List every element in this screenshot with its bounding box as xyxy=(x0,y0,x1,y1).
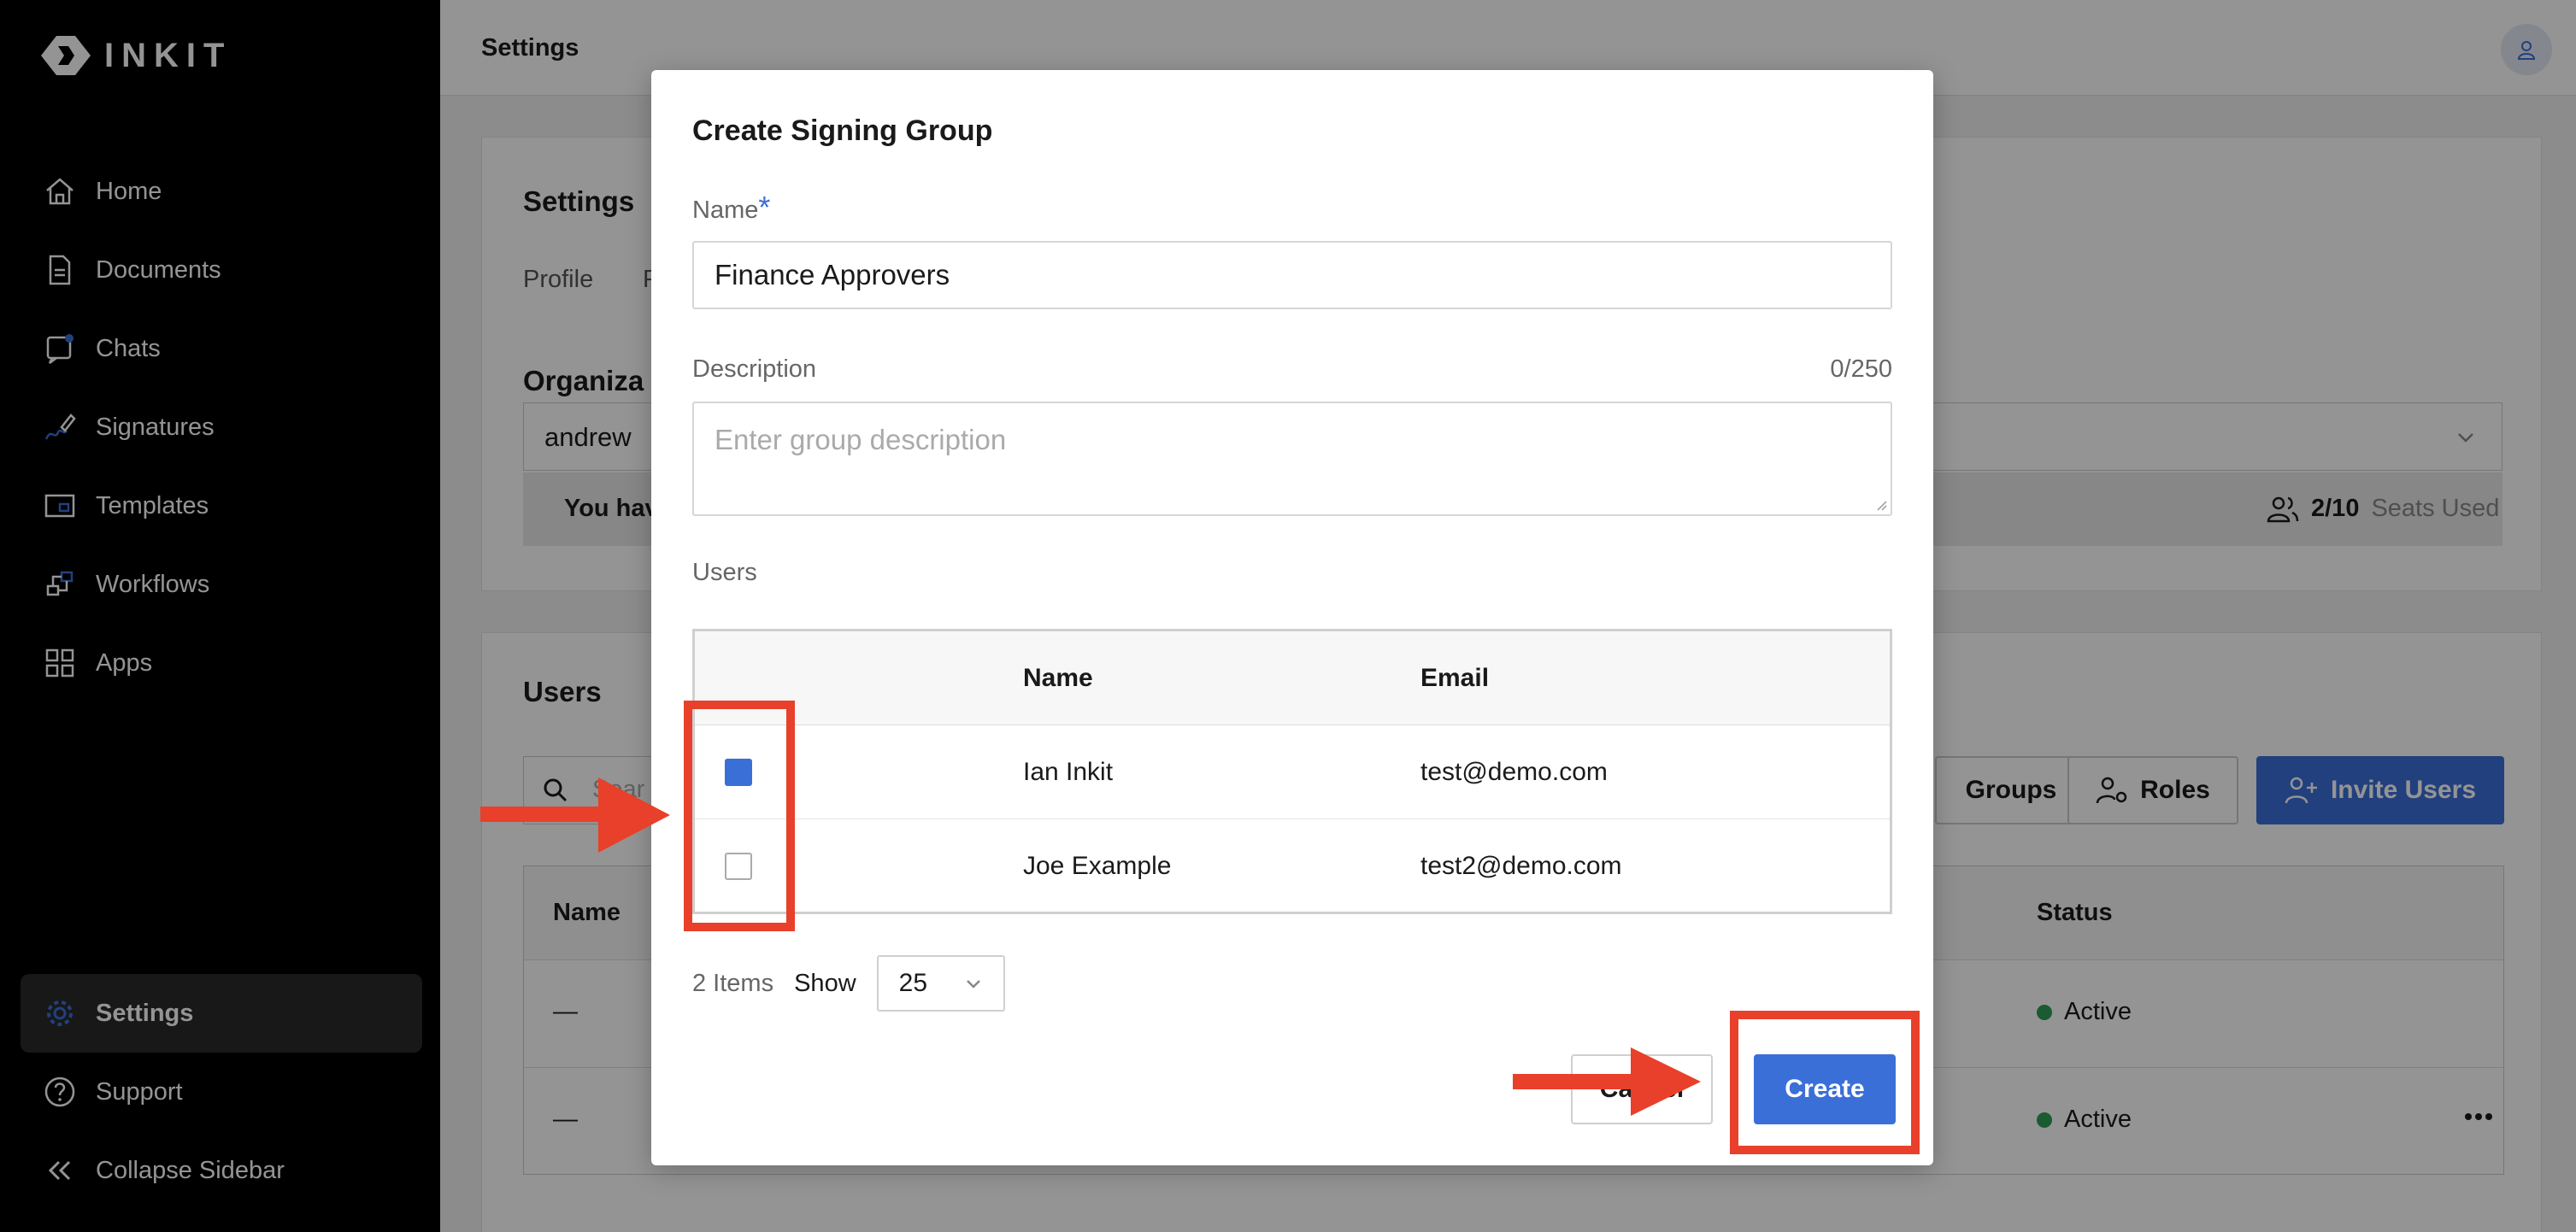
create-button-highlight-box xyxy=(1730,1011,1920,1154)
arrow-right-icon xyxy=(480,777,670,853)
col-email: Email xyxy=(1420,663,1490,692)
required-marker: * xyxy=(758,190,771,225)
user-email: test@demo.com xyxy=(1420,757,1608,786)
checkbox-highlight-box xyxy=(684,701,795,931)
page-size-select[interactable]: 25 xyxy=(876,955,1005,1012)
description-counter: 0/250 xyxy=(1830,355,1892,383)
description-textarea[interactable]: Enter group description xyxy=(692,402,1892,516)
name-label-text: Name xyxy=(692,197,759,224)
group-name-value: Finance Approvers xyxy=(715,259,950,290)
user-email: test2@demo.com xyxy=(1420,852,1622,880)
chevron-down-icon xyxy=(966,980,980,989)
users-select-table: Name Email Ian Inkit test@demo.com Joe E… xyxy=(692,629,1892,914)
name-label: Name* xyxy=(692,190,770,226)
user-name: Joe Example xyxy=(1023,852,1172,880)
table-row[interactable]: Joe Example test2@demo.com xyxy=(695,819,1890,913)
create-signing-group-dialog: Create Signing Group Name* Finance Appro… xyxy=(651,70,1933,1165)
items-count: 2 Items xyxy=(692,969,774,997)
page-size-value: 25 xyxy=(898,969,928,997)
resize-handle-icon[interactable] xyxy=(1873,497,1887,511)
description-placeholder: Enter group description xyxy=(715,424,1007,455)
col-name: Name xyxy=(1023,663,1093,692)
group-name-input[interactable]: Finance Approvers xyxy=(692,241,1892,309)
users-select-table-header: Name Email xyxy=(695,631,1890,725)
users-label: Users xyxy=(692,559,757,586)
user-name: Ian Inkit xyxy=(1023,757,1114,786)
pagination: 2 Items Show 25 xyxy=(692,955,1005,1012)
show-label: Show xyxy=(794,969,856,997)
dialog-title: Create Signing Group xyxy=(692,114,993,147)
table-row[interactable]: Ian Inkit test@demo.com xyxy=(695,725,1890,819)
arrow-right-icon xyxy=(1513,1047,1701,1116)
description-label: Description xyxy=(692,355,817,383)
